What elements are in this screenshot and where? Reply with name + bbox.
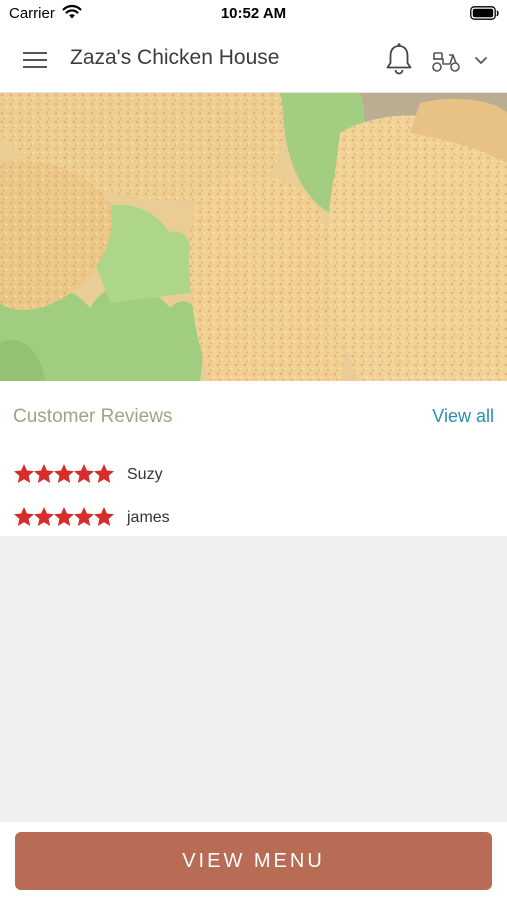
status-bar: Carrier 10:52 AM: [0, 0, 507, 28]
reviews-heading: Customer Reviews: [13, 406, 173, 427]
bottom-action-bar: VIEW MENU: [0, 822, 507, 900]
star-icon: [54, 507, 74, 526]
customer-reviews-section: Customer Reviews View all Suzy james: [0, 381, 507, 536]
reviewer-name: Suzy: [127, 466, 163, 483]
star-icon: [74, 507, 94, 526]
star-icon: [14, 464, 34, 483]
view-menu-button[interactable]: VIEW MENU: [15, 832, 492, 890]
star-icon: [34, 464, 54, 483]
scooter-icon: [430, 46, 462, 79]
star-icon: [54, 464, 74, 483]
fried-chicken-photo: [0, 93, 507, 381]
battery-icon: [470, 6, 500, 26]
empty-content-area: [0, 536, 507, 822]
star-icon: [94, 507, 114, 526]
bell-icon[interactable]: [384, 42, 414, 76]
star-rating: [14, 463, 114, 490]
review-item: james: [14, 506, 494, 532]
restaurant-title: Zaza's Chicken House: [70, 46, 280, 69]
delivery-mode-selector[interactable]: [430, 46, 496, 76]
view-all-reviews-link[interactable]: View all: [432, 406, 494, 427]
star-icon: [94, 464, 114, 483]
hamburger-menu-icon[interactable]: [22, 48, 48, 72]
chevron-down-icon: [474, 54, 488, 72]
review-item: Suzy: [14, 463, 494, 489]
status-time: 10:52 AM: [220, 5, 287, 22]
star-rating: [14, 506, 114, 533]
star-icon: [74, 464, 94, 483]
star-icon: [14, 507, 34, 526]
reviewer-name: james: [127, 509, 170, 526]
app-header: Zaza's Chicken House: [0, 28, 507, 93]
star-icon: [34, 507, 54, 526]
